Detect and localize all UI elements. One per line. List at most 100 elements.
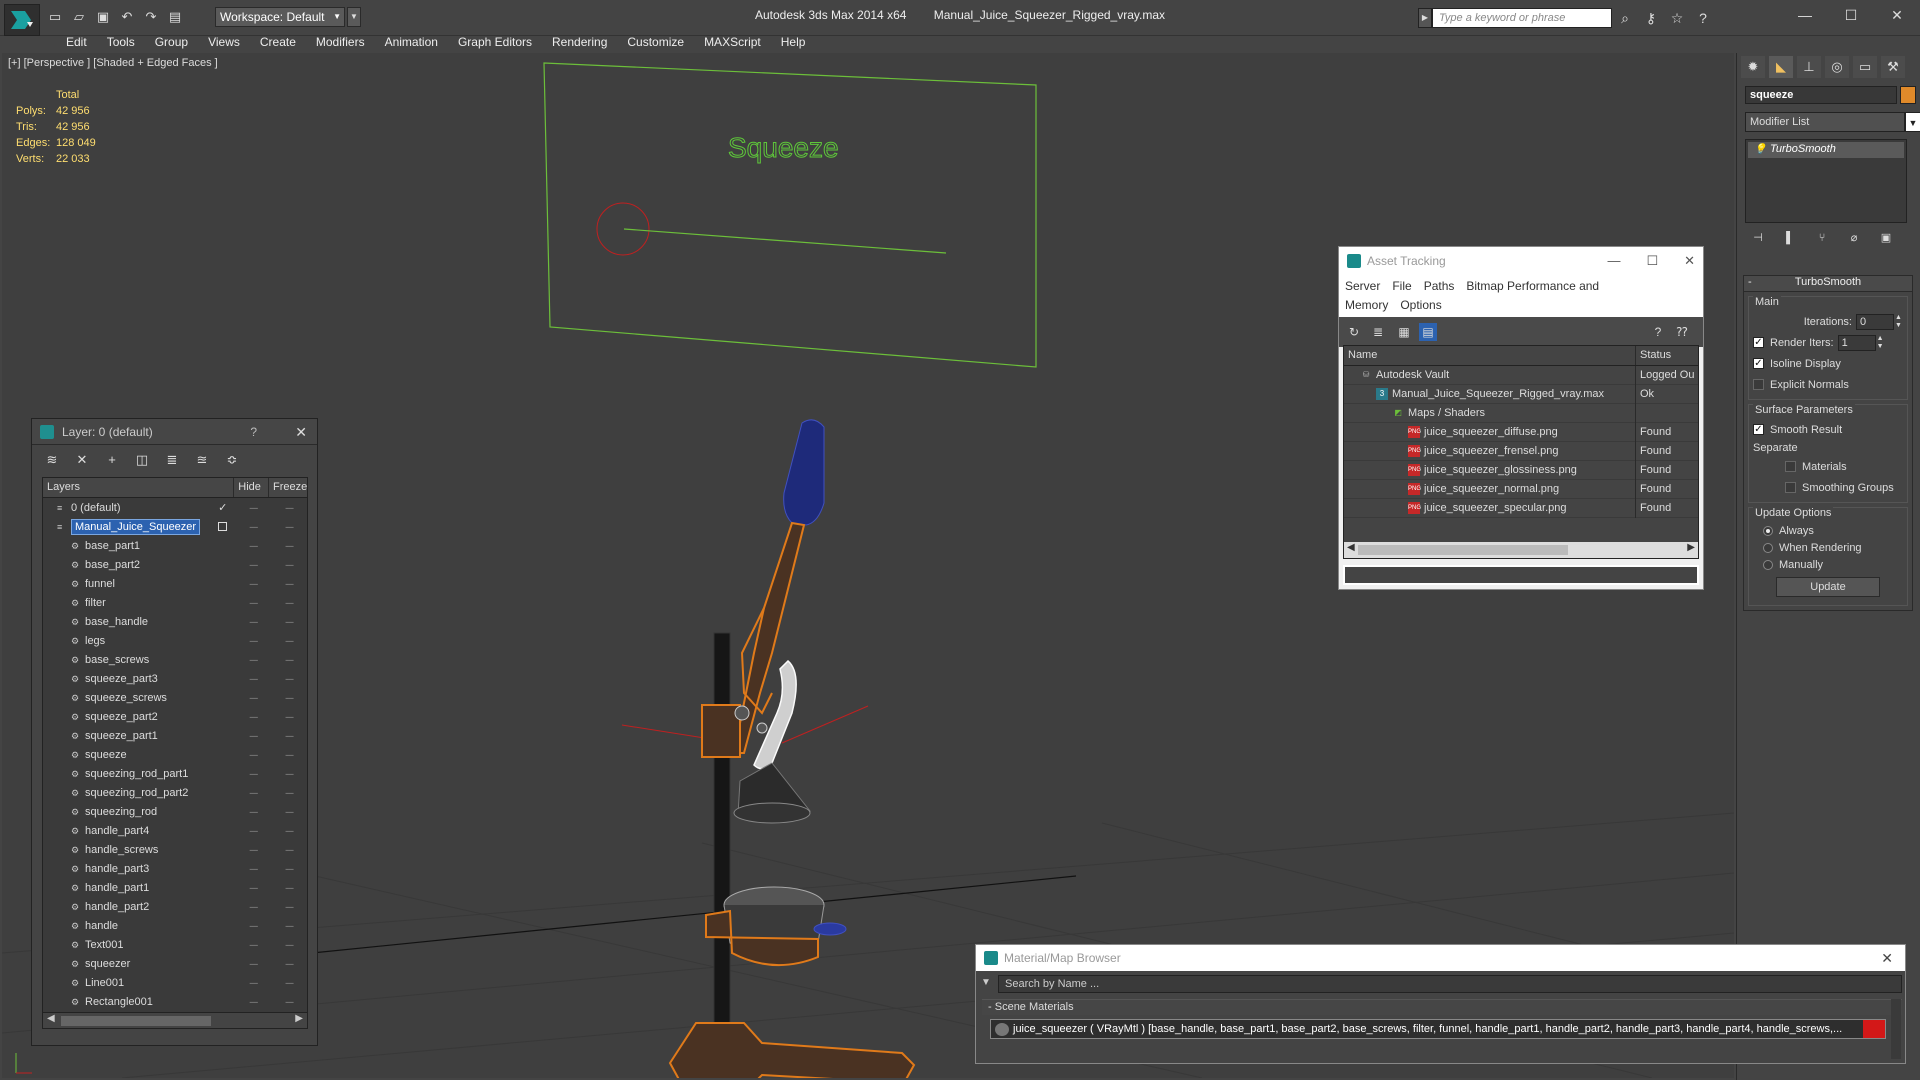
- layer-row[interactable]: ⚙ squeeze_part3 ---- ----: [43, 669, 307, 688]
- freeze-toggle[interactable]: ----: [271, 579, 307, 589]
- col-freeze[interactable]: Freeze: [269, 478, 307, 497]
- hide-toggle[interactable]: ----: [235, 598, 271, 608]
- explicit-normals-checkbox[interactable]: [1753, 379, 1764, 390]
- asset-menu-file[interactable]: File: [1392, 279, 1411, 293]
- rollout-header[interactable]: - TurboSmooth: [1744, 276, 1912, 292]
- close-icon[interactable]: ✕: [1874, 0, 1920, 30]
- freeze-toggle[interactable]: ----: [271, 940, 307, 950]
- layer-row[interactable]: ⚙ handle_part2 ---- ----: [43, 897, 307, 916]
- close-icon[interactable]: ✕: [1881, 945, 1893, 971]
- line001-shape[interactable]: [623, 228, 947, 254]
- freeze-toggle[interactable]: ----: [271, 636, 307, 646]
- hide-toggle[interactable]: ----: [235, 845, 271, 855]
- search-by-name-input[interactable]: Search by Name ...: [998, 975, 1902, 993]
- hide-toggle[interactable]: ----: [235, 788, 271, 798]
- scroll-thumb[interactable]: [61, 1016, 211, 1026]
- layer-name-cell[interactable]: ⚙ handle_screws: [43, 844, 235, 856]
- vertical-scrollbar[interactable]: [1891, 999, 1901, 1059]
- material-map-browser[interactable]: Material/Map Browser ✕ ▼ Search by Name …: [975, 944, 1906, 1064]
- rectangle001-shape[interactable]: [543, 62, 1037, 368]
- layer-row[interactable]: ⚙ Rectangle001 ---- ----: [43, 992, 307, 1011]
- hide-toggle[interactable]: ----: [235, 864, 271, 874]
- hide-toggle[interactable]: ----: [235, 731, 271, 741]
- configure-modifier-sets-icon[interactable]: ▣: [1877, 229, 1895, 247]
- set-current-layer-icon[interactable]: [218, 522, 228, 531]
- layer-row[interactable]: ⚙ base_part2 ---- ----: [43, 555, 307, 574]
- layer-name-cell[interactable]: ⚙ handle: [43, 920, 235, 932]
- infocenter-collapse-button[interactable]: ▶: [1418, 8, 1432, 28]
- layer-name-cell[interactable]: ⚙ legs: [43, 635, 235, 647]
- layer-row[interactable]: ⚙ filter ---- ----: [43, 593, 307, 612]
- layer-name-cell[interactable]: ⚙ handle_part4: [43, 825, 235, 837]
- freeze-toggle[interactable]: ----: [271, 731, 307, 741]
- hide-toggle[interactable]: ----: [235, 655, 271, 665]
- layer-name-cell[interactable]: ≡ Manual_Juice_Squeezer: [43, 518, 235, 535]
- freeze-toggle[interactable]: ----: [271, 617, 307, 627]
- asset-row[interactable]: 3 Manual_Juice_Squeezer_Rigged_vray.max Ok: [1344, 384, 1698, 404]
- freeze-toggle[interactable]: ----: [271, 978, 307, 988]
- display-tab-icon[interactable]: ▭: [1853, 56, 1877, 78]
- material-browser-titlebar[interactable]: Material/Map Browser ✕: [976, 945, 1905, 971]
- asset-row[interactable]: ◩ Maps / Shaders: [1344, 403, 1698, 423]
- asset-menu-bitmap-performance-and-memory[interactable]: Bitmap Performance and Memory: [1345, 279, 1599, 312]
- help-icon[interactable]: ?: [1649, 323, 1667, 341]
- squeeze-control-circle[interactable]: [596, 202, 650, 256]
- layer-row[interactable]: ⚙ squeezing_rod_part2 ---- ----: [43, 783, 307, 802]
- close-icon[interactable]: ✕: [1684, 253, 1695, 268]
- help-icon[interactable]: ?: [250, 419, 257, 445]
- menu-graph-editors[interactable]: Graph Editors: [448, 32, 542, 52]
- asset-row[interactable]: PNG juice_squeezer_glossiness.png Found: [1344, 460, 1698, 480]
- modifier-stack-item[interactable]: 💡 TurboSmooth: [1748, 142, 1904, 158]
- layer-name-cell[interactable]: ⚙ squeeze_screws: [43, 692, 235, 704]
- freeze-toggle[interactable]: ----: [271, 503, 307, 513]
- hide-toggle[interactable]: ----: [235, 826, 271, 836]
- asset-row[interactable]: PNG juice_squeezer_diffuse.png Found: [1344, 422, 1698, 442]
- hide-toggle[interactable]: ----: [235, 693, 271, 703]
- binoculars-icon[interactable]: ⌕: [1615, 8, 1635, 28]
- scroll-left-icon[interactable]: ◀: [47, 1013, 55, 1024]
- layer-row[interactable]: ⚙ funnel ---- ----: [43, 574, 307, 593]
- menu-animation[interactable]: Animation: [375, 32, 448, 52]
- layer-row[interactable]: ⚙ squeeze ---- ----: [43, 745, 307, 764]
- layer-row[interactable]: ⚙ squeezing_rod_part1 ---- ----: [43, 764, 307, 783]
- scroll-right-icon[interactable]: ▶: [295, 1013, 303, 1024]
- hide-toggle[interactable]: ----: [235, 769, 271, 779]
- menu-views[interactable]: Views: [198, 32, 250, 52]
- object-color-swatch[interactable]: [1900, 86, 1916, 104]
- asset-menu-options[interactable]: Options: [1400, 298, 1441, 312]
- highlight-layer-icon[interactable]: ≣: [162, 451, 182, 469]
- freeze-toggle[interactable]: ----: [271, 883, 307, 893]
- add-to-layer-icon[interactable]: +: [102, 451, 122, 469]
- layer-row[interactable]: ⚙ squeeze_screws ---- ----: [43, 688, 307, 707]
- asset-tracking-titlebar[interactable]: Asset Tracking — ☐ ✕: [1339, 247, 1703, 275]
- freeze-toggle[interactable]: ----: [271, 769, 307, 779]
- hide-toggle[interactable]: ----: [235, 712, 271, 722]
- layer-row[interactable]: ⚙ Text001 ---- ----: [43, 935, 307, 954]
- key-icon[interactable]: ⚷: [1641, 8, 1661, 28]
- create-tab-icon[interactable]: ✹: [1741, 56, 1765, 78]
- always-radio[interactable]: [1763, 525, 1773, 536]
- favorites-icon[interactable]: ☆: [1667, 8, 1687, 28]
- pin-stack-icon[interactable]: ⊣: [1749, 229, 1767, 247]
- iterations-spinner[interactable]: 0: [1856, 313, 1894, 330]
- layer-row[interactable]: ⚙ handle_part1 ---- ----: [43, 878, 307, 897]
- layer-table[interactable]: Layers Hide Freeze ≡ 0 (default) ✓ ---- ----…: [42, 477, 308, 1029]
- maximize-icon[interactable]: ☐: [1828, 0, 1874, 30]
- freeze-toggle[interactable]: ----: [271, 598, 307, 608]
- col-layers[interactable]: Layers: [43, 478, 235, 497]
- scroll-left-icon[interactable]: ◀: [1347, 542, 1355, 553]
- hide-toggle[interactable]: ----: [235, 902, 271, 912]
- menu-modifiers[interactable]: Modifiers: [306, 32, 375, 52]
- layer-row[interactable]: ≡ 0 (default) ✓ ---- ----: [43, 498, 307, 517]
- layer-row[interactable]: ⚙ squeeze_part2 ---- ----: [43, 707, 307, 726]
- spinner-arrows-icon[interactable]: ▲ ▼: [1877, 335, 1885, 351]
- freeze-toggle[interactable]: ----: [271, 959, 307, 969]
- freeze-toggle[interactable]: ----: [271, 997, 307, 1007]
- layer-name-cell[interactable]: ⚙ squeeze_part3: [43, 673, 235, 685]
- freeze-toggle[interactable]: ----: [271, 693, 307, 703]
- menu-rendering[interactable]: Rendering: [542, 32, 617, 52]
- modifier-list-dropdown[interactable]: Modifier List ▼: [1745, 112, 1920, 132]
- hide-toggle[interactable]: ----: [235, 617, 271, 627]
- materials-checkbox[interactable]: [1785, 461, 1796, 472]
- menu-tools[interactable]: Tools: [97, 32, 145, 52]
